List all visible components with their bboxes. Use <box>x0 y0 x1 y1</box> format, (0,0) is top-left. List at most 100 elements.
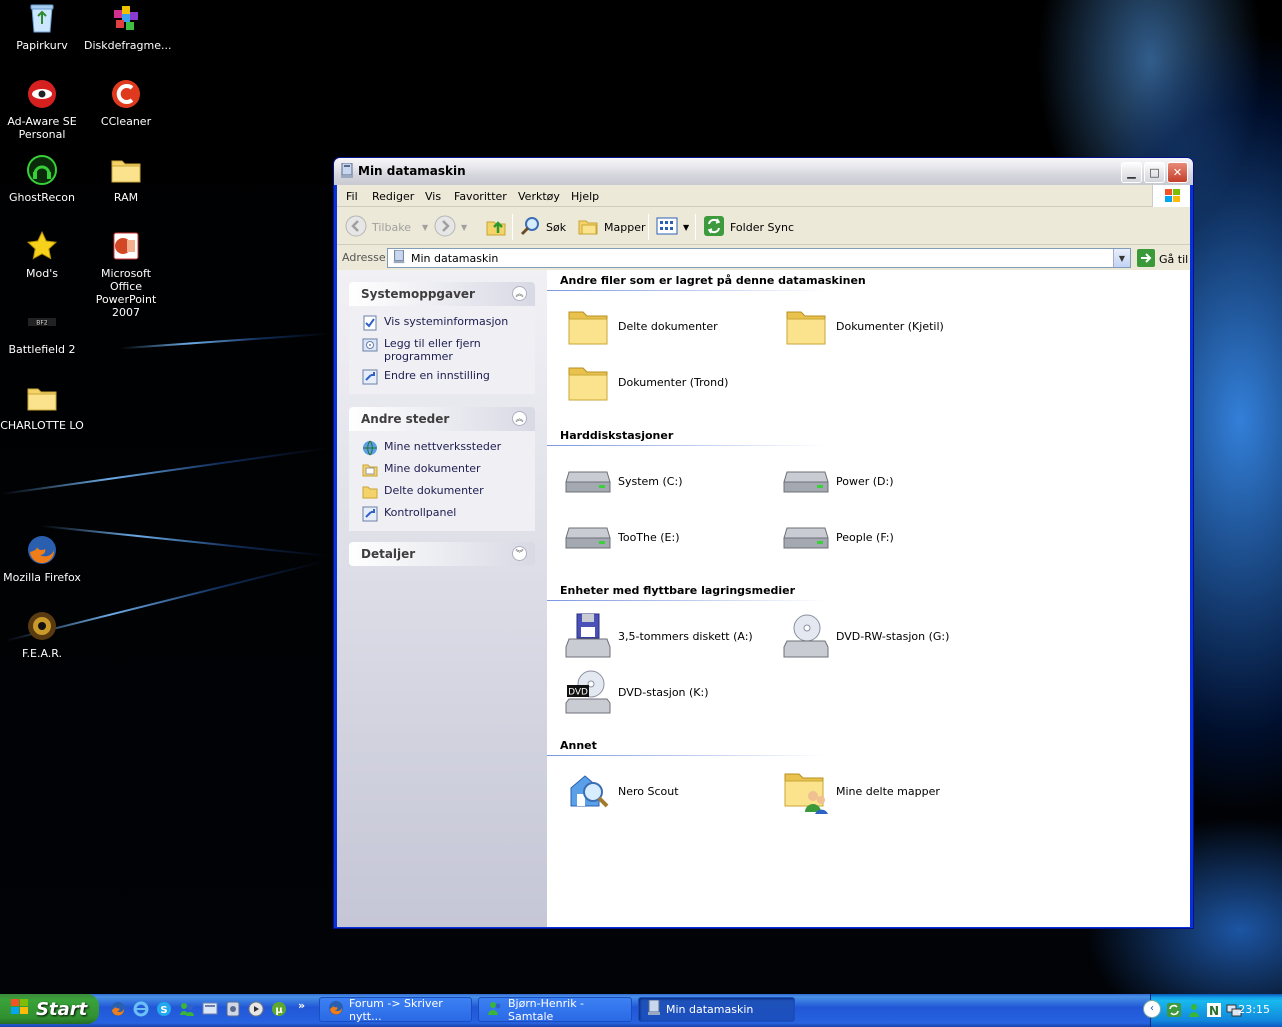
forward-button[interactable]: ▼ <box>434 215 467 238</box>
control-panel-icon <box>362 369 378 385</box>
minimize-button[interactable]: ▁ <box>1121 162 1142 183</box>
task-system-info[interactable]: Vis systeminformasjon <box>349 312 535 334</box>
place-control-panel[interactable]: Kontrollpanel <box>349 503 535 525</box>
forward-dropdown-icon[interactable]: ▼ <box>461 223 467 232</box>
desktop-icon-label: CHARLOTTE LO <box>0 419 84 432</box>
panel-details: Detaljer ︾ <box>349 542 535 566</box>
task-change-setting[interactable]: Endre en innstilling <box>349 366 535 388</box>
item-drive-e[interactable]: TooThe (E:) <box>564 513 680 561</box>
desktop-icon-ccleaner[interactable]: CCleaner <box>84 78 168 128</box>
menu-verktoy[interactable]: Verktøy <box>518 190 560 203</box>
folder-icon <box>110 154 142 186</box>
media-player-icon[interactable] <box>248 1001 264 1017</box>
desktop-icon-ram[interactable]: RAM <box>84 154 168 204</box>
tray-sync-icon[interactable] <box>1166 1002 1182 1021</box>
item-nero-scout[interactable]: Nero Scout <box>564 767 679 815</box>
window-title: Min datamaskin <box>358 164 466 178</box>
taskbar-button-forum[interactable]: Forum -> Skriver nytt... <box>319 997 472 1023</box>
panel-header-system-tasks[interactable]: Systemoppgaver ︽ <box>349 282 535 306</box>
expand-chevron-icon[interactable]: ︾ <box>512 546 527 561</box>
item-drive-c[interactable]: System (C:) <box>564 457 683 505</box>
task-add-remove-programs[interactable]: Legg til eller fjern programmer <box>349 334 535 366</box>
item-drive-f[interactable]: People (F:) <box>782 513 894 561</box>
collapse-chevron-icon[interactable]: ︽ <box>512 286 527 301</box>
place-shared-documents[interactable]: Delte dokumenter <box>349 481 535 503</box>
panel-body: Vis systeminformasjon Legg til eller fje… <box>349 306 535 394</box>
up-button[interactable] <box>485 216 507 238</box>
panel-header-other-places[interactable]: Andre steder ︽ <box>349 407 535 431</box>
item-documents-trond[interactable]: Dokumenter (Trond) <box>564 358 728 406</box>
desktop-icon-papirkurv[interactable]: Papirkurv <box>0 2 84 52</box>
desktop-icon-powerpoint[interactable]: Microsoft Office PowerPoint 2007 <box>84 230 168 319</box>
desktop-icon-diskdefragmenter[interactable]: Diskdefragme... <box>84 2 171 52</box>
back-dropdown-icon[interactable]: ▼ <box>422 223 428 232</box>
desktop-icon-label: F.E.A.R. <box>21 647 63 660</box>
address-input[interactable]: Min datamaskin ▼ <box>387 248 1131 268</box>
desktop-icon-fear[interactable]: F.E.A.R. <box>0 610 84 660</box>
item-dvd-k[interactable]: DVD DVD-stasjon (K:) <box>564 668 709 716</box>
desktop-icon-label: Mozilla Firefox <box>3 571 81 584</box>
defrag-icon <box>110 2 142 34</box>
place-network[interactable]: Mine nettverkssteder <box>349 437 535 459</box>
taskbar-button-chat[interactable]: Bjørn-Henrik - Samtale <box>478 997 632 1023</box>
utorrent-icon[interactable]: µ <box>271 1001 287 1017</box>
firefox-icon[interactable] <box>110 1001 126 1017</box>
go-button[interactable]: Gå til <box>1137 249 1188 270</box>
item-label: Mine delte mapper <box>836 784 940 798</box>
floppy-drive-icon <box>564 612 612 660</box>
desktop-icon-charlotte[interactable]: CHARLOTTE LO <box>0 382 84 432</box>
internet-explorer-icon[interactable] <box>133 1001 149 1017</box>
skype-icon[interactable]: S <box>156 1001 172 1017</box>
search-button[interactable]: Søk <box>519 216 566 238</box>
menu-hjelp[interactable]: Hjelp <box>571 190 599 203</box>
tray-messenger-icon[interactable] <box>1186 1002 1202 1021</box>
menu-vis[interactable]: Vis <box>425 190 441 203</box>
desktop-icon-battlefield[interactable]: BF2 Battlefield 2 <box>0 306 84 356</box>
desktop-icon-ghostrecon[interactable]: GhostRecon <box>0 154 84 204</box>
menu-favoritter[interactable]: Favoritter <box>454 190 507 203</box>
folder-sync-button[interactable]: Folder Sync <box>703 215 794 238</box>
desktop-show-icon[interactable] <box>202 1001 218 1017</box>
app-launcher-icon[interactable] <box>225 1001 241 1017</box>
desktop-icon-mods[interactable]: Mod's <box>0 230 84 280</box>
item-shared-folders[interactable]: Mine delte mapper <box>782 767 940 815</box>
address-dropdown-button[interactable]: ▼ <box>1113 249 1130 267</box>
taskbar-button-my-computer[interactable]: Min datamaskin <box>638 997 795 1022</box>
item-shared-documents[interactable]: Delte dokumenter <box>564 302 718 350</box>
item-drive-d[interactable]: Power (D:) <box>782 457 894 505</box>
clock: 23:15 <box>1238 1003 1270 1016</box>
item-label: Power (D:) <box>836 474 894 488</box>
tray-expand-icon[interactable]: ‹ <box>1143 1000 1161 1018</box>
svg-text:N: N <box>1209 1004 1219 1018</box>
folder-icon <box>362 484 378 500</box>
close-button[interactable]: ✕ <box>1167 162 1188 183</box>
menu-rediger[interactable]: Rediger <box>372 190 414 203</box>
item-label: DVD-RW-stasjon (G:) <box>836 629 950 643</box>
folder-up-icon <box>485 215 507 240</box>
messenger-icon[interactable] <box>179 1001 195 1017</box>
title-bar[interactable]: Min datamaskin ▁ □ ✕ <box>334 158 1193 185</box>
group-title-removable: Enheter med flyttbare lagringsmedier <box>560 584 796 597</box>
back-button[interactable]: Tilbake ▼ <box>345 215 428 238</box>
item-floppy-a[interactable]: 3,5-tommers diskett (A:) <box>564 612 753 660</box>
item-documents-kjetil[interactable]: Dokumenter (Kjetil) <box>782 302 944 350</box>
start-button[interactable]: Start <box>0 994 99 1024</box>
maximize-button[interactable]: □ <box>1144 162 1165 183</box>
desktop-icon-ad-aware[interactable]: Ad-Aware SE Personal <box>0 78 84 141</box>
views-button[interactable]: ▼ <box>656 216 689 238</box>
item-label: Dokumenter (Trond) <box>618 375 729 389</box>
place-label: Delte dokumenter <box>384 484 484 497</box>
item-dvd-rw-g[interactable]: DVD-RW-stasjon (G:) <box>782 612 949 660</box>
desktop-icon-firefox[interactable]: Mozilla Firefox <box>0 534 84 584</box>
views-dropdown-icon[interactable]: ▼ <box>683 223 689 232</box>
item-label: Nero Scout <box>618 784 679 798</box>
menu-fil[interactable]: Fil <box>346 190 358 203</box>
folder-icon <box>26 382 58 414</box>
place-my-documents[interactable]: Mine dokumenter <box>349 459 535 481</box>
panel-header-details[interactable]: Detaljer ︾ <box>349 542 535 566</box>
tray-nero-icon[interactable]: N <box>1206 1002 1222 1021</box>
quicklaunch-more-icon[interactable]: » <box>298 999 314 1015</box>
item-label: Dokumenter (Kjetil) <box>836 319 944 333</box>
folders-button[interactable]: Mapper <box>577 216 646 238</box>
collapse-chevron-icon[interactable]: ︽ <box>512 411 527 426</box>
